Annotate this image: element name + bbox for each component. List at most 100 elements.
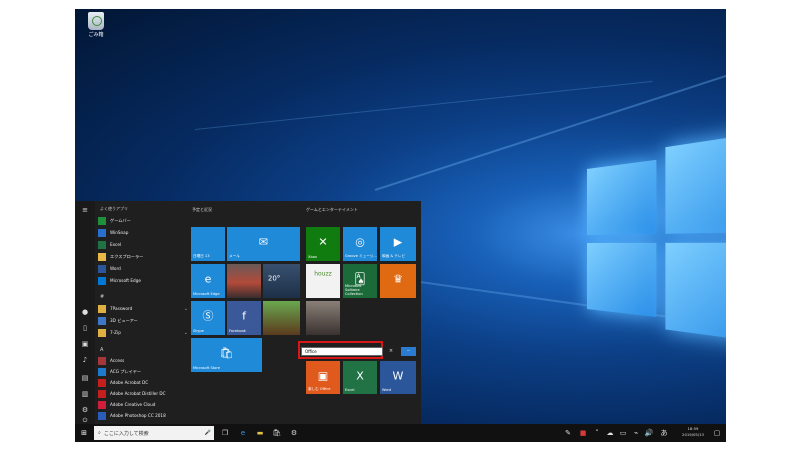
taskbar: ⊞ ⌕ ここに入力して検索 🎤 ❐ e ▬ 🛍 ⚙ ✎ ■ ˄ ☁ ▭ ⌁ 🔊 あ … <box>75 424 726 442</box>
start-menu: ≡ ● ▯ ▣ ♪ ▤ ▥ ⚙ ⏻ よく使うアプリ ゲームバー WinSnap … <box>75 201 421 424</box>
chevron-down-icon[interactable]: ⌄ <box>184 330 188 336</box>
store-taskbar-icon[interactable]: 🛍 <box>272 428 282 438</box>
weather-tile[interactable]: 20° <box>263 264 300 298</box>
news-tile[interactable] <box>306 301 340 335</box>
section-hash[interactable]: # <box>100 294 104 300</box>
game-tile[interactable]: ♛ <box>380 264 416 298</box>
settings-icon[interactable]: ⚙ <box>80 405 90 415</box>
pen-icon[interactable]: ✎ <box>563 428 573 438</box>
photos-icon[interactable]: ▤ <box>80 373 90 383</box>
xbox-tile[interactable]: ✕ Xbox <box>306 227 340 261</box>
more-options-button[interactable]: ··· <box>401 347 416 356</box>
videos-icon[interactable]: ▥ <box>80 389 90 399</box>
app-item[interactable]: Excel <box>98 240 188 249</box>
app-item[interactable]: Adobe Acrobat Distiller DC <box>98 389 188 398</box>
winsnap-icon <box>98 228 106 237</box>
clock-date: 2019/05/13 <box>682 432 704 437</box>
recycle-bin[interactable]: ごみ箱 <box>81 12 111 38</box>
hamburger-icon[interactable]: ≡ <box>80 205 90 215</box>
cloud-icon[interactable]: ☁ <box>605 428 615 438</box>
tile-search-input[interactable]: Office <box>301 347 383 356</box>
excel-tile[interactable]: X Excel <box>343 361 377 394</box>
chevron-up-icon[interactable]: ˄ <box>592 428 602 438</box>
edge-icon: e <box>204 272 212 286</box>
skype-tile[interactable]: Ⓢ Skype <box>191 301 225 335</box>
creative-cloud-icon <box>98 400 106 409</box>
app-label: Adobe Acrobat DC <box>110 380 149 385</box>
settings-taskbar-icon[interactable]: ⚙ <box>289 428 299 438</box>
user-icon[interactable]: ● <box>80 307 90 317</box>
facebook-icon: f <box>242 309 246 323</box>
mail-tile[interactable]: ✉ メール <box>227 227 300 261</box>
acg-player-icon <box>98 367 106 376</box>
app-item[interactable]: WinSnap <box>98 228 188 237</box>
excel-icon: X <box>356 369 364 383</box>
music-icon[interactable]: ♪ <box>80 355 90 365</box>
excel-label: Excel <box>345 388 355 392</box>
calendar-day: 日曜日 13 <box>193 254 210 258</box>
office-icon: ▣ <box>317 369 329 383</box>
section-a[interactable]: A <box>100 347 103 353</box>
group-header-play: ゲームとエンターテイメント <box>306 207 358 212</box>
app-label: ACG プレイヤー <box>110 368 142 374</box>
chevron-down-icon[interactable]: ⌄ <box>184 306 188 312</box>
explorer-icon <box>98 252 106 261</box>
taskbar-search-input[interactable]: ⌕ ここに入力して検索 🎤 <box>94 426 214 440</box>
solitaire-tile[interactable]: 🂡 Microsoft Solitaire Collection <box>343 264 377 298</box>
minecraft-tile[interactable] <box>263 301 300 335</box>
battery-icon[interactable]: ▭ <box>618 428 628 438</box>
explorer-taskbar-icon[interactable]: ▬ <box>255 428 265 438</box>
notification-icon[interactable]: ▢ <box>712 428 722 438</box>
store-label: Microsoft Store <box>193 366 220 370</box>
app-item[interactable]: 7Password ⌄ <box>98 304 188 313</box>
app-label: Adobe Photoshop CC 2018 <box>110 413 166 418</box>
app-item[interactable]: ゲームバー <box>98 216 188 225</box>
volume-icon[interactable]: 🔊 <box>644 428 654 438</box>
windows-start-icon[interactable]: ⊞ <box>79 428 89 438</box>
pictures-icon[interactable]: ▣ <box>80 339 90 349</box>
app-item[interactable]: Adobe Photoshop CC 2018 <box>98 411 188 420</box>
app-label: エクスプローラー <box>110 253 144 259</box>
edge-taskbar-icon[interactable]: e <box>238 428 248 438</box>
app-item[interactable]: Adobe Creative Cloud <box>98 400 188 409</box>
game-bar-icon <box>98 216 106 225</box>
word-label: Word <box>382 388 392 392</box>
houzz-label: houzz <box>314 270 332 278</box>
app-item[interactable]: 3D ビューアー <box>98 316 188 325</box>
app-item[interactable]: 7-Zip ⌄ <box>98 328 188 337</box>
app-item[interactable]: エクスプローラー <box>98 252 188 261</box>
app-item[interactable]: Word <box>98 264 188 273</box>
movies-tile[interactable]: ▶ 映画 & テレビ <box>380 227 416 261</box>
word-tile[interactable]: W Word <box>380 361 416 394</box>
ime-icon[interactable]: あ <box>659 428 669 438</box>
search-icon: ⌕ <box>98 430 101 436</box>
xbox-label: Xbox <box>308 255 317 259</box>
groove-label: Groove ミュージ... <box>345 254 377 258</box>
task-view-icon[interactable]: ❐ <box>220 428 230 438</box>
microphone-icon[interactable]: 🎤 <box>205 430 211 436</box>
windows-logo-wallpaper <box>587 130 726 358</box>
calendar-tile[interactable]: 日曜日 13 <box>191 227 225 261</box>
access-icon <box>98 356 106 365</box>
app-item[interactable]: ACG プレイヤー <box>98 367 188 376</box>
facebook-tile[interactable]: f Facebook <box>227 301 261 335</box>
network-icon[interactable]: ⌁ <box>631 428 641 438</box>
skype-label: Skype <box>193 329 204 333</box>
tray-app-icon[interactable]: ■ <box>578 428 588 438</box>
houzz-tile[interactable]: houzz <box>306 264 340 298</box>
office-tile[interactable]: ▣ 楽しむ Office <box>306 361 340 394</box>
edge-tile[interactable]: e Microsoft Edge <box>191 264 225 298</box>
clock[interactable]: 18:59 2019/05/13 <box>677 426 709 438</box>
app-label: Access <box>110 358 125 363</box>
groove-tile[interactable]: ◎ Groove ミュージ... <box>343 227 377 261</box>
document-icon[interactable]: ▯ <box>80 323 90 333</box>
clear-search-button[interactable]: × <box>387 347 395 356</box>
film-icon: ▶ <box>393 235 403 249</box>
app-item[interactable]: Microsoft Edge <box>98 276 188 285</box>
photos-tile[interactable] <box>227 264 261 298</box>
app-item[interactable]: Adobe Acrobat DC <box>98 378 188 387</box>
word-icon: W <box>392 369 404 383</box>
store-tile[interactable]: 🛍 Microsoft Store <box>191 338 262 372</box>
app-item[interactable]: Access <box>98 356 188 365</box>
app-label: 3D ビューアー <box>110 317 138 323</box>
